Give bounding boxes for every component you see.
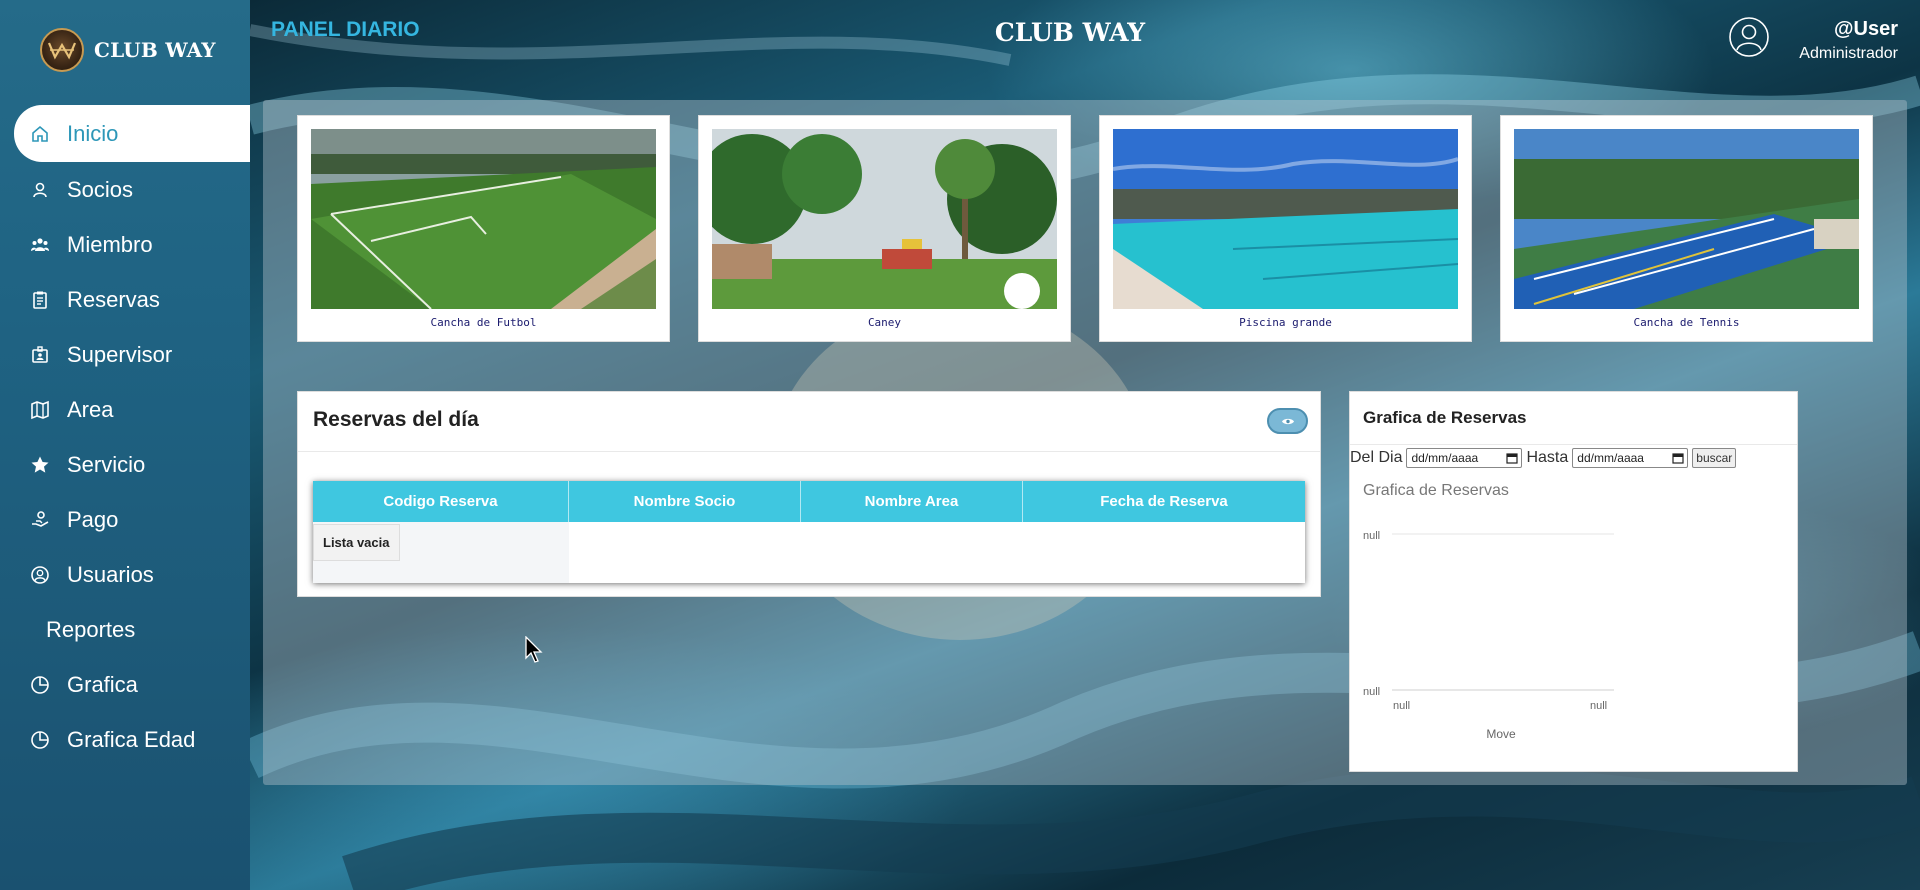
sidebar-item-reportes[interactable]: Reportes [0, 602, 250, 657]
area-caption: Piscina grande [1239, 316, 1332, 329]
sidebar-item-supervisor[interactable]: Supervisor [0, 327, 250, 382]
sidebar-item-usuarios[interactable]: Usuarios [0, 547, 250, 602]
mouse-cursor-icon [525, 636, 543, 663]
grafica-title: Grafica de Reservas [1363, 408, 1527, 427]
table-row: Lista vacia [313, 522, 1305, 583]
sidebar-item-miembro[interactable]: Miembro [0, 217, 250, 272]
user-role: Administrador [1799, 45, 1898, 62]
area-image-futbol [311, 129, 656, 309]
eye-icon [1281, 418, 1294, 424]
column-header[interactable]: Nombre Socio [569, 481, 801, 522]
area-card-piscina[interactable]: Piscina grande [1099, 115, 1472, 342]
toggle-view-button[interactable] [1267, 408, 1308, 434]
to-label: Hasta [1526, 449, 1569, 466]
empty-list-label: Lista vacia [313, 524, 400, 561]
from-label: Del Dia [1350, 449, 1403, 466]
sidebar: CLUB WAY Inicio Socios Miembro Reservas [0, 0, 250, 890]
sidebar-item-pago[interactable]: Pago [0, 492, 250, 547]
from-date-placeholder: dd/mm/aaaa [1411, 451, 1479, 465]
sidebar-item-grafica-edad[interactable]: Grafica Edad [0, 712, 250, 767]
area-cards: Cancha de Futbol Caney Piscina grande Ca… [297, 115, 1873, 342]
x-tick-label: null [1393, 700, 1410, 712]
sidebar-item-label: Grafica [67, 671, 138, 697]
sidebar-item-label: Socios [67, 176, 134, 202]
chart-subtitle: Grafica de Reservas [1363, 482, 1509, 499]
to-date-input[interactable]: dd/mm/aaaa [1572, 448, 1689, 468]
grafica-card: Grafica de Reservas Del Dia dd/mm/aaaa H… [1349, 391, 1798, 772]
to-date-placeholder: dd/mm/aaaa [1577, 451, 1644, 465]
sidebar-nav: Inicio Socios Miembro Reservas Superviso… [0, 105, 250, 767]
sidebar-item-label: Usuarios [67, 561, 154, 587]
area-card-tennis[interactable]: Cancha de Tennis [1500, 115, 1873, 342]
column-header[interactable]: Nombre Area [801, 481, 1023, 522]
sidebar-item-label: Grafica Edad [67, 726, 196, 752]
star-icon [30, 455, 50, 475]
reservas-card: Reservas del día Codigo Reserva Nombre S… [297, 391, 1321, 597]
calendar-icon [1672, 453, 1684, 464]
user-block[interactable]: @User Administrador [1799, 18, 1898, 63]
sidebar-item-socios[interactable]: Socios [0, 162, 250, 217]
reservas-chart: null null null null Move [1363, 530, 1614, 741]
user-circle-icon [30, 565, 50, 585]
user-avatar-icon[interactable] [1728, 16, 1770, 58]
y-tick-label: null [1363, 686, 1380, 698]
area-image-tennis [1514, 129, 1859, 309]
user-name: @User [1834, 18, 1898, 40]
reservas-header: Reservas del día [298, 392, 1320, 452]
search-button[interactable]: buscar [1692, 448, 1737, 468]
sidebar-item-label: Miembro [67, 231, 153, 257]
sidebar-item-label: Inicio [67, 120, 119, 146]
sidebar-item-grafica[interactable]: Grafica [0, 657, 250, 712]
column-header[interactable]: Fecha de Reserva [1023, 481, 1305, 522]
y-tick-label: null [1363, 530, 1380, 542]
club-way-logo [40, 28, 84, 72]
user-icon [30, 180, 50, 200]
calendar-icon [1506, 453, 1519, 464]
area-card-futbol[interactable]: Cancha de Futbol [297, 115, 670, 342]
area-image-piscina [1113, 129, 1458, 309]
reservas-table: Codigo Reserva Nombre Socio Nombre Area … [313, 481, 1305, 583]
area-caption: Cancha de Futbol [430, 316, 537, 329]
sidebar-item-label: Reservas [67, 286, 160, 312]
brand-name: CLUB WAY [94, 38, 216, 62]
sidebar-item-label: Supervisor [67, 341, 173, 367]
sidebar-item-label: Servicio [67, 451, 146, 477]
sidebar-item-label: Area [67, 396, 114, 422]
brand[interactable]: CLUB WAY [40, 28, 216, 72]
x-tick-label: null [1590, 700, 1607, 712]
grafica-header: Grafica de Reservas [1350, 392, 1797, 445]
area-caption: Caney [867, 316, 902, 329]
pie-chart-icon [30, 730, 50, 750]
hand-coin-icon [30, 510, 50, 530]
sidebar-item-label: Reportes [46, 616, 136, 642]
sidebar-item-reservas[interactable]: Reservas [0, 272, 250, 327]
clipboard-icon [30, 290, 50, 310]
members-icon [30, 235, 50, 255]
map-icon [30, 400, 50, 420]
sidebar-item-inicio[interactable]: Inicio [14, 105, 250, 162]
column-header[interactable]: Codigo Reserva [313, 481, 569, 522]
area-card-caney[interactable]: Caney [698, 115, 1071, 342]
panel-label: PANEL DIARIO [271, 18, 420, 41]
area-caption: Cancha de Tennis [1633, 316, 1740, 329]
date-filter: Del Dia dd/mm/aaaa Hasta dd/mm/aaaa busc… [1350, 445, 1737, 471]
reservas-title: Reservas del día [313, 408, 479, 431]
table-header: Codigo Reserva Nombre Socio Nombre Area … [313, 481, 1305, 522]
id-badge-icon [30, 345, 50, 365]
page-title: CLUB WAY [994, 18, 1146, 47]
sidebar-item-label: Pago [67, 506, 119, 532]
pie-chart-icon [30, 675, 50, 695]
sidebar-item-servicio[interactable]: Servicio [0, 437, 250, 492]
x-axis-label: Move [1486, 727, 1516, 741]
home-icon [30, 124, 50, 144]
empty-cell: Lista vacia [313, 522, 569, 583]
sidebar-item-area[interactable]: Area [0, 382, 250, 437]
area-image-caney [712, 129, 1057, 309]
from-date-input[interactable]: dd/mm/aaaa [1406, 448, 1523, 468]
